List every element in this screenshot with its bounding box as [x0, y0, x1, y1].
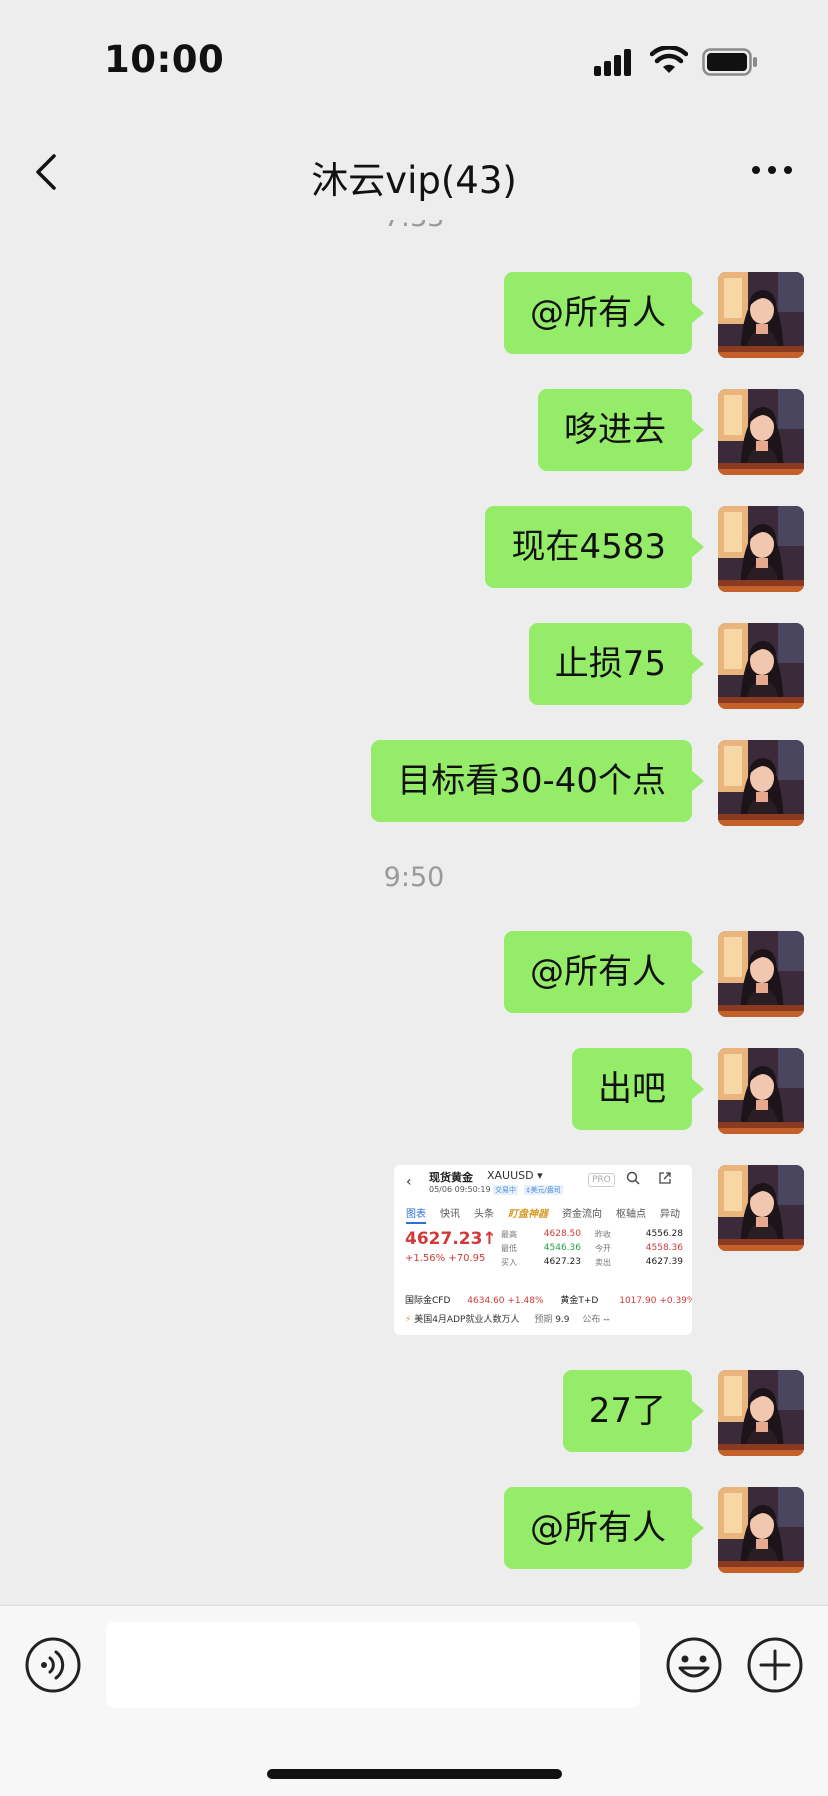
unit-tag: ¢美元/盎司	[524, 1185, 563, 1195]
stat-label: 最低	[501, 1244, 517, 1253]
quote-price: 4627.23↑	[405, 1229, 497, 1249]
stat-value: 4546.36	[543, 1243, 581, 1253]
chevron-left-icon: ‹	[406, 1174, 412, 1190]
quote-tab: 头条	[474, 1209, 494, 1220]
event-icon: ⚡	[405, 1315, 412, 1325]
quote-symbol: XAUUSD ▾	[487, 1169, 543, 1182]
avatar[interactable]	[718, 1487, 804, 1573]
message-bubble[interactable]: @所有人	[504, 272, 704, 354]
emoji-icon[interactable]	[665, 1636, 723, 1694]
quote-tab: 枢轴点	[616, 1209, 646, 1220]
message-row: @所有人	[504, 931, 804, 1017]
avatar[interactable]	[718, 1048, 804, 1134]
message-row: 27了	[562, 1370, 804, 1456]
stat-value: 4627.39	[645, 1257, 683, 1267]
event-row: ⚡ 美国4月ADP就业人数万人 预期 9.9 公布 --	[405, 1312, 684, 1325]
related-value: 1017.90 +0.39%	[619, 1296, 692, 1306]
avatar[interactable]	[718, 506, 804, 592]
avatar[interactable]	[718, 389, 804, 475]
avatar[interactable]	[718, 1165, 804, 1251]
status-time: 10:00	[104, 38, 225, 81]
message-row: @所有人	[504, 1487, 804, 1573]
message-bubble[interactable]: 现在4583	[485, 506, 704, 588]
timestamp: 7:33	[0, 220, 828, 233]
image-message[interactable]: ‹ 现货黄金 XAUUSD ▾ PRO 05/06 09:50:19 交易中 ¢…	[394, 1165, 692, 1335]
avatar[interactable]	[718, 1370, 804, 1456]
avatar[interactable]	[718, 623, 804, 709]
stat-label: 昨收	[595, 1230, 611, 1239]
quote-tab: 快讯	[440, 1209, 460, 1220]
avatar[interactable]	[718, 272, 804, 358]
related-quotes: 国际金CFD 4634.60 +1.48% 黄金T+D 1017.90 +0.3…	[405, 1293, 692, 1306]
quote-stats: 最高 4628.50 昨收 4556.28 最低 4546.36 今开 4558…	[501, 1229, 683, 1271]
search-icon	[626, 1171, 640, 1185]
quote-name: 现货黄金	[429, 1171, 473, 1184]
message-row: 出吧	[572, 1048, 804, 1134]
forecast-value: 9.9	[555, 1315, 570, 1325]
quote-tab: 盯盘神器	[508, 1209, 548, 1220]
event-text: 美国4月ADP就业人数万人	[414, 1315, 520, 1325]
status-bar: 10:00	[0, 0, 828, 120]
quote-tab: 异动	[660, 1209, 680, 1220]
input-bar	[0, 1605, 828, 1796]
stat-label: 最高	[501, 1230, 517, 1239]
message-row: @所有人	[504, 272, 804, 358]
message-row: 现在4583	[485, 506, 804, 592]
quote-tab: 资金流向	[562, 1209, 602, 1220]
home-indicator[interactable]	[267, 1769, 562, 1779]
message-row: 止损75	[528, 623, 804, 709]
avatar[interactable]	[718, 740, 804, 826]
stat-value: 4556.28	[645, 1229, 683, 1239]
wifi-icon	[650, 46, 688, 73]
trading-tag: 交易中	[493, 1185, 518, 1195]
message-input[interactable]	[106, 1622, 640, 1708]
plus-icon[interactable]	[746, 1636, 804, 1694]
stat-label: 卖出	[595, 1258, 611, 1267]
message-bubble[interactable]: @所有人	[504, 1487, 704, 1569]
message-bubble[interactable]: 哆进去	[538, 389, 704, 471]
related-label: 国际金CFD	[405, 1296, 451, 1306]
nav-bar: 沐云vip(43)	[0, 120, 828, 220]
related-label: 黄金T+D	[560, 1296, 599, 1306]
actual-label: 公布	[582, 1315, 601, 1325]
pro-badge: PRO	[588, 1173, 615, 1187]
quote-datetime: 05/06 09:50:19	[429, 1185, 491, 1194]
related-value: 4634.60 +1.48%	[467, 1296, 544, 1306]
message-bubble[interactable]: 27了	[562, 1370, 705, 1452]
actual-value: --	[603, 1315, 610, 1325]
message-row: 目标看30-40个点	[371, 740, 804, 826]
message-bubble[interactable]: 止损75	[528, 623, 705, 705]
message-row: ‹ 现货黄金 XAUUSD ▾ PRO 05/06 09:50:19 交易中 ¢…	[394, 1165, 804, 1337]
stat-value: 4558.36	[645, 1243, 683, 1253]
chat-title: 沐云vip(43)	[311, 159, 517, 202]
stat-label: 今开	[595, 1244, 611, 1253]
avatar[interactable]	[718, 931, 804, 1017]
message-row: 哆进去	[538, 389, 804, 475]
quote-tab: 图表	[406, 1205, 426, 1224]
stat-value: 4627.23	[543, 1257, 581, 1267]
share-icon	[659, 1172, 671, 1184]
stat-value: 4628.50	[543, 1229, 581, 1239]
battery-icon	[702, 48, 757, 76]
more-icon[interactable]	[750, 164, 794, 176]
quote-tabs: 图表 快讯 头条 盯盘神器 资金流向 枢轴点 异动	[406, 1205, 692, 1224]
stat-label: 买入	[501, 1258, 517, 1267]
message-bubble[interactable]: @所有人	[504, 931, 704, 1013]
chat-area[interactable]: 7:33 @所有人 哆进去 现在4583 止损75 目标看30-40个点 9:5…	[0, 220, 828, 1605]
signal-icon	[594, 48, 638, 76]
message-bubble[interactable]: 目标看30-40个点	[371, 740, 704, 822]
quote-change: +1.56% +70.95	[405, 1253, 486, 1264]
timestamp: 9:50	[383, 862, 445, 893]
voice-icon[interactable]	[24, 1636, 82, 1694]
forecast-label: 预期	[534, 1315, 553, 1325]
message-bubble[interactable]: 出吧	[572, 1048, 704, 1130]
